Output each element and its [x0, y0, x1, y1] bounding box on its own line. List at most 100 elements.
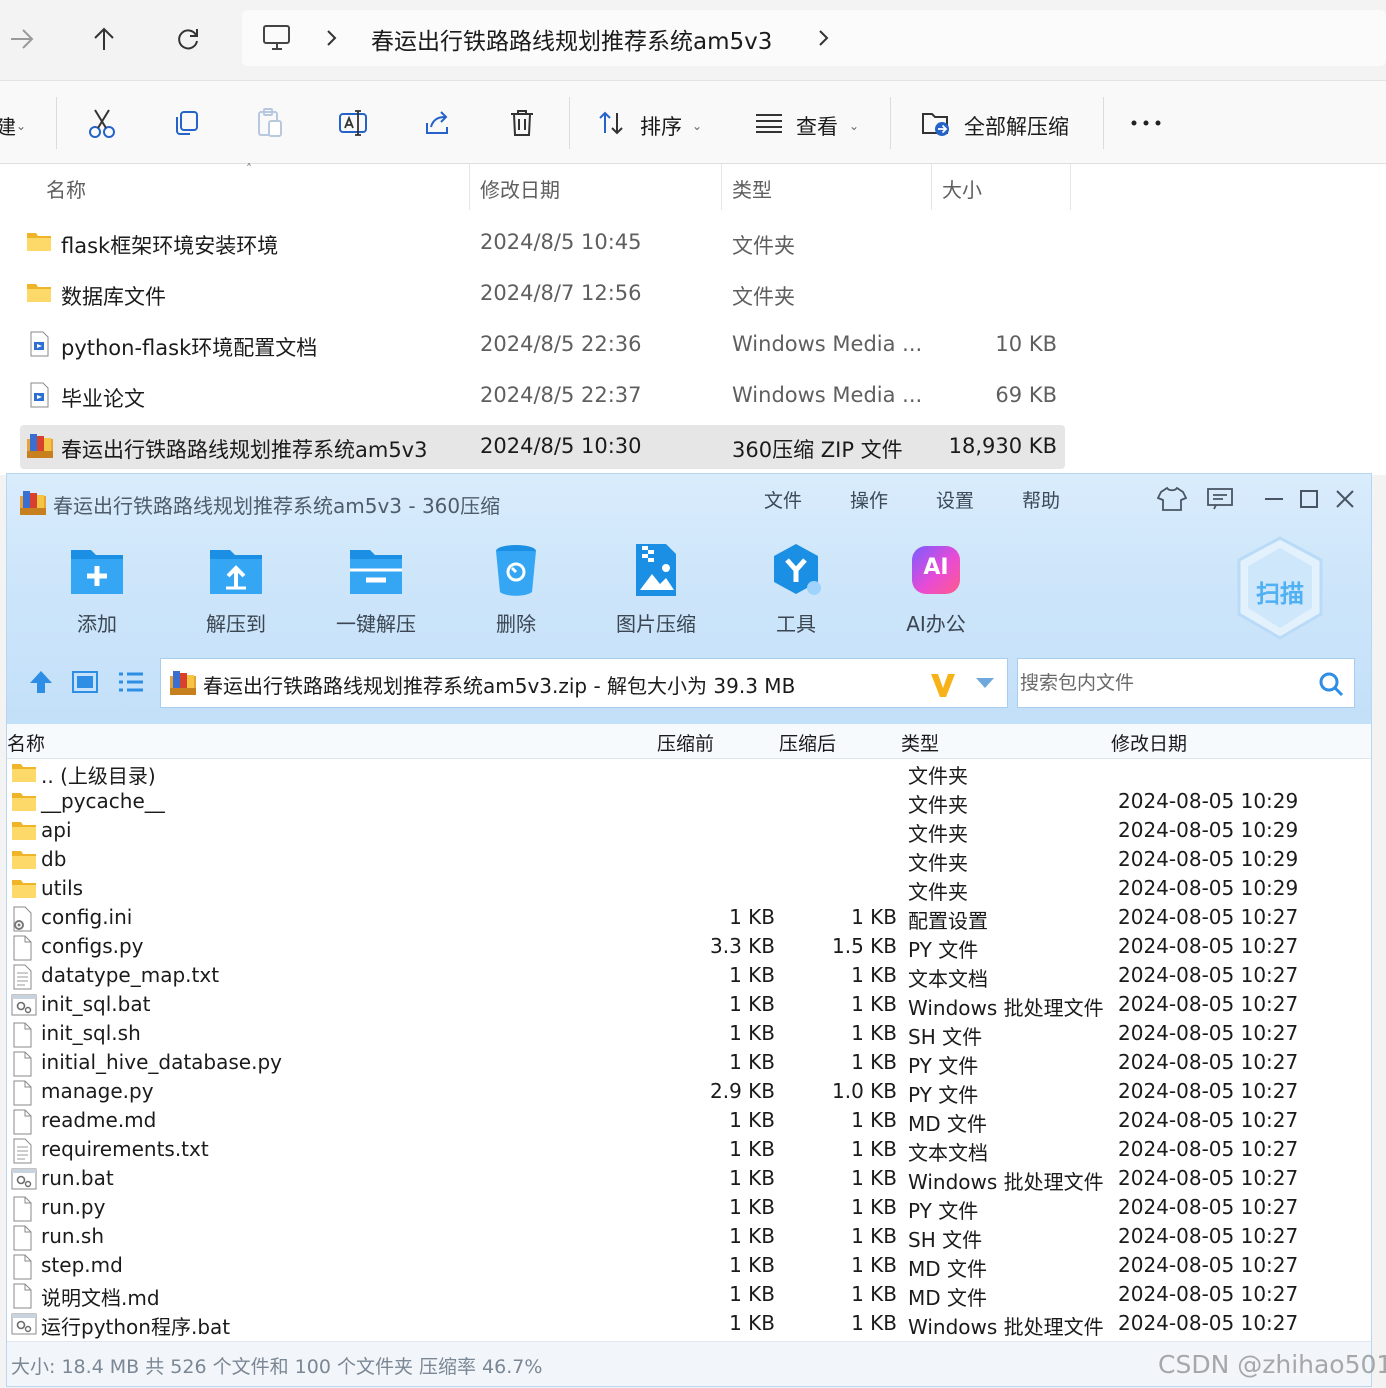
- archive-row[interactable]: initial_hive_database.py 1 KB 1 KB PY 文件 202…: [7, 1049, 1371, 1078]
- share-icon[interactable]: [420, 105, 456, 141]
- archive-row[interactable]: config.ini 1 KB 1 KB 配置设置 2024-08-05 10:27: [7, 904, 1371, 933]
- archive-row[interactable]: run.bat 1 KB 1 KB Windows 批处理文件 2024-08-05 1…: [7, 1165, 1371, 1194]
- archive-row[interactable]: __pycache__ 文件夹 2024-08-05 10:29: [7, 788, 1371, 817]
- file-row[interactable]: flask框架环境安装环境 2024/8/5 10:45 文件夹: [20, 221, 1065, 265]
- archive-row[interactable]: run.sh 1 KB 1 KB SH 文件 2024-08-05 10:27: [7, 1223, 1371, 1252]
- menu-operate[interactable]: 操作: [850, 486, 888, 513]
- chevron-down-icon[interactable]: ⌄: [849, 119, 859, 133]
- ai-office-button[interactable]: AI AI办公: [881, 542, 991, 642]
- column-divider[interactable]: [1070, 164, 1071, 210]
- close-icon[interactable]: [1328, 484, 1362, 514]
- archive-row[interactable]: step.md 1 KB 1 KB MD 文件 2024-08-05 10:27: [7, 1252, 1371, 1281]
- archive-row[interactable]: configs.py 3.3 KB 1.5 KB PY 文件 2024-08-05 10…: [7, 933, 1371, 962]
- archive-row[interactable]: init_sql.sh 1 KB 1 KB SH 文件 2024-08-05 10:27: [7, 1020, 1371, 1049]
- archive-row-type: PY 文件: [908, 1083, 979, 1107]
- minimize-icon[interactable]: [1257, 484, 1291, 514]
- menu-settings[interactable]: 设置: [936, 486, 974, 513]
- file-row[interactable]: 毕业论文 2024/8/5 22:37 Windows Media ... 69…: [20, 374, 1065, 418]
- breadcrumb-chevron-icon[interactable]: [818, 29, 830, 47]
- archive-search-box[interactable]: [1017, 658, 1355, 708]
- extract-all-button[interactable]: 全部解压缩: [964, 111, 1069, 141]
- folder-icon: [26, 229, 52, 255]
- list-view-icon[interactable]: [117, 668, 145, 696]
- refresh-icon[interactable]: [168, 19, 208, 59]
- delete-button[interactable]: 删除: [461, 542, 571, 642]
- up-level-arrow-icon[interactable]: [27, 668, 55, 696]
- more-options-icon[interactable]: [1130, 119, 1162, 127]
- column-header-name[interactable]: 名称: [46, 174, 86, 203]
- column-header-size[interactable]: 大小: [942, 174, 982, 203]
- column-header-type[interactable]: 类型: [732, 174, 772, 203]
- column-header-name[interactable]: 名称: [7, 729, 45, 756]
- image-compress-button[interactable]: 图片压缩: [601, 542, 711, 642]
- column-header-type[interactable]: 类型: [901, 729, 939, 756]
- archive-path-field[interactable]: 春运出行铁路路线规划推荐系统am5v3.zip - 解包大小为 39.3 MB: [160, 658, 1008, 708]
- menu-file[interactable]: 文件: [764, 486, 802, 513]
- add-button[interactable]: 添加: [42, 542, 152, 642]
- archive-row-type: 文本文档: [908, 1141, 988, 1165]
- rename-icon[interactable]: [336, 105, 372, 141]
- column-header-date[interactable]: 修改日期: [1111, 729, 1187, 756]
- archive-row[interactable]: readme.md 1 KB 1 KB MD 文件 2024-08-05 10:27: [7, 1107, 1371, 1136]
- archive-row[interactable]: .. (上级目录) 文件夹: [7, 759, 1371, 788]
- scan-button[interactable]: 扫描: [1235, 536, 1325, 640]
- archive-row-type: 文件夹: [908, 822, 968, 846]
- address-bar[interactable]: 春运出行铁路路线规划推荐系统am5v3: [242, 10, 1386, 66]
- file-row[interactable]: python-flask环境配置文档 2024/8/5 22:36 Window…: [20, 323, 1065, 367]
- file-name: python-flask环境配置文档: [61, 336, 318, 360]
- archive-row[interactable]: db 文件夹 2024-08-05 10:29: [7, 846, 1371, 875]
- archive-row-date: 2024-08-05 10:27: [1118, 1137, 1299, 1161]
- column-divider[interactable]: [931, 164, 932, 210]
- one-click-extract-button[interactable]: 一键解压: [321, 542, 431, 642]
- extract-all-folder-icon[interactable]: [918, 105, 954, 141]
- archive-row[interactable]: requirements.txt 1 KB 1 KB 文本文档 2024-08-05 1…: [7, 1136, 1371, 1165]
- column-header-after[interactable]: 压缩后: [779, 729, 836, 756]
- vip-v-icon[interactable]: [929, 671, 957, 699]
- copy-icon[interactable]: [168, 105, 204, 141]
- chevron-down-icon[interactable]: ⌄: [16, 119, 26, 133]
- this-pc-monitor-icon[interactable]: [262, 24, 292, 52]
- file-row-selected[interactable]: 春运出行铁路路线规划推荐系统am5v3 2024/8/5 10:30 360压缩…: [20, 425, 1065, 469]
- tools-button[interactable]: 工具: [741, 542, 851, 642]
- menu-help[interactable]: 帮助: [1022, 486, 1060, 513]
- skin-shirt-icon[interactable]: [1155, 484, 1189, 514]
- batch-file-icon: [11, 1312, 37, 1336]
- file-row[interactable]: 数据库文件 2024/8/7 12:56 文件夹: [20, 272, 1065, 316]
- column-header-before[interactable]: 压缩前: [657, 729, 714, 756]
- extract-to-button[interactable]: 解压到: [181, 542, 291, 642]
- archive-row-size-before: 1 KB: [729, 1108, 775, 1132]
- forward-arrow-icon[interactable]: [2, 19, 42, 59]
- text-file-icon: [11, 1138, 37, 1164]
- archive-row[interactable]: 运行python程序.bat 1 KB 1 KB Windows 批处理文件 2024-…: [7, 1310, 1371, 1339]
- archive-search-input[interactable]: [1018, 659, 1312, 707]
- archive-row-name: 说明文档.md: [41, 1286, 160, 1310]
- breadcrumb-chevron-icon[interactable]: [326, 29, 338, 47]
- maximize-icon[interactable]: [1292, 484, 1326, 514]
- chevron-down-icon[interactable]: ⌄: [692, 119, 702, 133]
- new-menu-partial[interactable]: 建: [0, 111, 16, 140]
- feedback-message-icon[interactable]: [1203, 484, 1237, 514]
- view-button[interactable]: 查看: [796, 111, 838, 141]
- archive-row[interactable]: api 文件夹 2024-08-05 10:29: [7, 817, 1371, 846]
- thumbnail-view-icon[interactable]: [71, 668, 99, 696]
- archive-row[interactable]: 说明文档.md 1 KB 1 KB MD 文件 2024-08-05 10:27: [7, 1281, 1371, 1310]
- archive-row[interactable]: utils 文件夹 2024-08-05 10:29: [7, 875, 1371, 904]
- archive-row[interactable]: run.py 1 KB 1 KB PY 文件 2024-08-05 10:27: [7, 1194, 1371, 1223]
- up-arrow-icon[interactable]: [84, 19, 124, 59]
- dropdown-arrow-icon[interactable]: [975, 677, 995, 689]
- sort-arrows-icon[interactable]: [594, 105, 630, 141]
- column-divider[interactable]: [469, 164, 470, 210]
- file-size: 18,930 KB: [948, 434, 1057, 458]
- column-header-date[interactable]: 修改日期: [480, 174, 560, 203]
- breadcrumb-current-folder[interactable]: 春运出行铁路路线规划推荐系统am5v3: [371, 22, 772, 56]
- search-icon[interactable]: [1318, 671, 1344, 697]
- column-divider[interactable]: [721, 164, 722, 210]
- sort-button[interactable]: 排序: [640, 111, 682, 141]
- view-lines-icon[interactable]: [751, 105, 787, 141]
- file-size: 69 KB: [995, 383, 1057, 407]
- archive-row[interactable]: manage.py 2.9 KB 1.0 KB PY 文件 2024-08-05 10:…: [7, 1078, 1371, 1107]
- archive-row[interactable]: init_sql.bat 1 KB 1 KB Windows 批处理文件 2024-08…: [7, 991, 1371, 1020]
- cut-scissors-icon[interactable]: [84, 105, 120, 141]
- delete-trash-icon[interactable]: [504, 105, 540, 141]
- archive-row[interactable]: datatype_map.txt 1 KB 1 KB 文本文档 2024-08-05 1…: [7, 962, 1371, 991]
